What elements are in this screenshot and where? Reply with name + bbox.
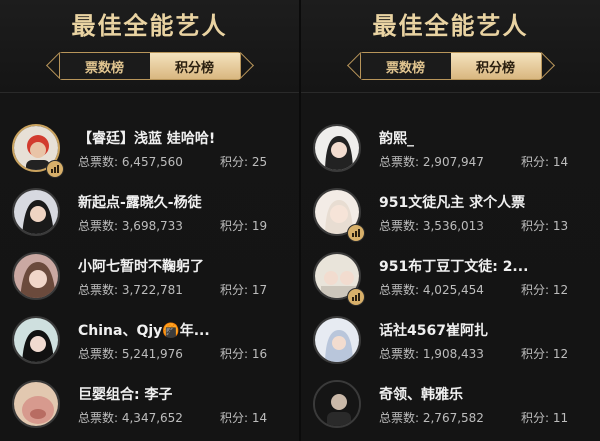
artist-name: 巨婴组合: 李子 [78,387,173,403]
rank-badge-icon [46,160,64,178]
artist-name: 小阿七暂时不鞠躬了 [78,259,204,275]
stats-row: 总票数: 3,698,733 积分: 19 [78,217,267,234]
points: 积分: 12 [521,347,569,361]
artist-name: China、Qjy🍘年... [78,323,210,339]
total-votes: 总票数: 4,347,652 [78,411,183,425]
total-votes: 总票数: 3,698,733 [78,219,183,233]
total-votes: 总票数: 2,767,582 [379,411,484,425]
divider-line [301,92,600,93]
ranking-list: 韵熙_ 总票数: 2,907,947 积分: 14 951文徒凡主 求个人票 总… [301,120,600,440]
avatar[interactable] [313,316,361,364]
total-votes: 总票数: 1,908,433 [379,347,484,361]
total-votes: 总票数: 6,457,560 [78,155,183,169]
avatar[interactable] [12,252,60,300]
avatar[interactable] [12,316,60,364]
artist-name: 韵熙_ [379,131,414,147]
total-votes: 总票数: 3,536,013 [379,219,484,233]
points: 积分: 25 [220,155,268,169]
user-avatar-icon [14,318,58,362]
points: 积分: 14 [521,155,569,169]
list-item[interactable]: 小阿七暂时不鞠躬了 总票数: 3,722,781 积分: 17 [0,248,299,312]
artist-name: 951文徒凡主 求个人票 [379,195,526,211]
rank-badge-icon [347,224,365,242]
tab-switcher: 票数榜 积分榜 [58,52,241,80]
points: 积分: 13 [521,219,569,233]
tab-votes[interactable]: 票数榜 [59,53,150,79]
list-item[interactable]: China、Qjy🍘年... 总票数: 5,241,976 积分: 16 [0,312,299,376]
avatar[interactable] [12,188,60,236]
points: 积分: 12 [521,283,569,297]
leaderboard-screen: 最佳全能艺人 票数榜 积分榜 【睿廷】浅蓝 娃哈哈! 总票数: 6,457,56… [0,0,600,441]
ranking-list: 【睿廷】浅蓝 娃哈哈! 总票数: 6,457,560 积分: 25 新起点-露晓… [0,120,299,440]
leaderboard-panel-left: 最佳全能艺人 票数榜 积分榜 【睿廷】浅蓝 娃哈哈! 总票数: 6,457,56… [0,0,299,441]
points: 积分: 14 [220,411,268,425]
list-item[interactable]: 951文徒凡主 求个人票 总票数: 3,536,013 积分: 13 [301,184,600,248]
tab-votes[interactable]: 票数榜 [360,53,451,79]
total-votes: 总票数: 3,722,781 [78,283,183,297]
stats-row: 总票数: 1,908,433 积分: 12 [379,345,568,362]
user-avatar-icon [14,382,58,426]
divider-line [0,92,299,93]
points: 积分: 11 [521,411,569,425]
list-item[interactable]: 951布丁豆丁文徒: 2... 总票数: 4,025,454 积分: 12 [301,248,600,312]
list-item[interactable]: 【睿廷】浅蓝 娃哈哈! 总票数: 6,457,560 积分: 25 [0,120,299,184]
points: 积分: 17 [220,283,268,297]
tab-switcher: 票数榜 积分榜 [359,52,542,80]
stats-row: 总票数: 3,722,781 积分: 17 [78,281,267,298]
list-item[interactable]: 韵熙_ 总票数: 2,907,947 积分: 14 [301,120,600,184]
points: 积分: 19 [220,219,268,233]
list-item[interactable]: 奇领、韩雅乐 总票数: 2,767,582 积分: 11 [301,376,600,440]
points: 积分: 16 [220,347,268,361]
stats-row: 总票数: 4,025,454 积分: 12 [379,281,568,298]
rank-badge-icon [347,288,365,306]
stats-row: 总票数: 4,347,652 积分: 14 [78,409,267,426]
artist-name: 话社4567崔阿扎 [379,323,488,339]
stats-row: 总票数: 2,767,582 积分: 11 [379,409,568,426]
artist-name: 951布丁豆丁文徒: 2... [379,259,529,275]
total-votes: 总票数: 2,907,947 [379,155,484,169]
artist-name: 【睿廷】浅蓝 娃哈哈! [78,131,216,147]
stats-row: 总票数: 6,457,560 积分: 25 [78,153,267,170]
user-avatar-icon [14,190,58,234]
user-avatar-icon [315,318,359,362]
list-item[interactable]: 新起点-露晓久-杨徒 总票数: 3,698,733 积分: 19 [0,184,299,248]
panel-title: 最佳全能艺人 [71,12,228,40]
leaderboard-panel-right: 最佳全能艺人 票数榜 积分榜 韵熙_ 总票数: 2,907,947 积分: 14 [301,0,600,441]
total-votes: 总票数: 5,241,976 [78,347,183,361]
stats-row: 总票数: 5,241,976 积分: 16 [78,345,267,362]
list-item[interactable]: 巨婴组合: 李子 总票数: 4,347,652 积分: 14 [0,376,299,440]
stats-row: 总票数: 3,536,013 积分: 13 [379,217,568,234]
list-item[interactable]: 话社4567崔阿扎 总票数: 1,908,433 积分: 12 [301,312,600,376]
artist-name: 奇领、韩雅乐 [379,387,463,403]
user-avatar-icon [315,382,359,426]
tab-points[interactable]: 积分榜 [450,53,541,79]
avatar[interactable] [313,124,361,172]
total-votes: 总票数: 4,025,454 [379,283,484,297]
stats-row: 总票数: 2,907,947 积分: 14 [379,153,568,170]
panel-title: 最佳全能艺人 [372,12,529,40]
artist-name: 新起点-露晓久-杨徒 [78,195,202,211]
user-avatar-icon [14,254,58,298]
user-avatar-icon [315,126,359,170]
avatar[interactable] [12,380,60,428]
avatar[interactable] [313,380,361,428]
tab-points[interactable]: 积分榜 [149,53,240,79]
